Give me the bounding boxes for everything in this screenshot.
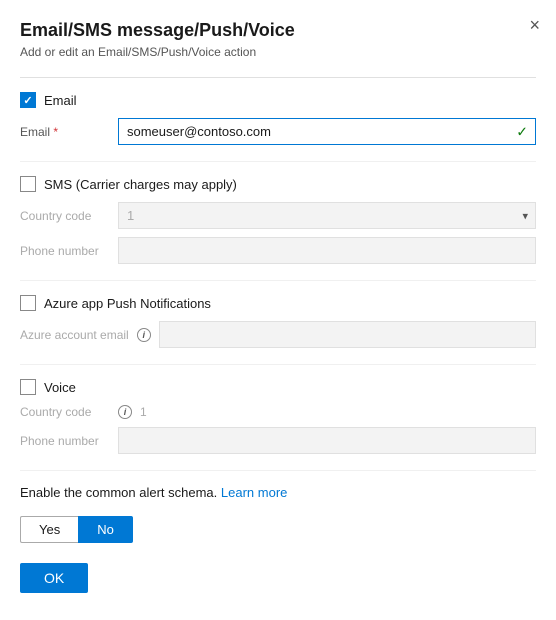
sms-country-select-wrap: ▾ <box>118 202 536 229</box>
voice-section-label: Voice <box>44 380 76 395</box>
learn-more-link[interactable]: Learn more <box>221 485 287 500</box>
push-email-input <box>159 321 536 348</box>
voice-phone-input <box>118 427 536 454</box>
dialog-title: Email/SMS message/Push/Voice <box>20 20 536 41</box>
title-divider <box>20 77 536 78</box>
email-field-row: Email * ✓ <box>20 118 536 145</box>
email-check-icon: ✓ <box>516 123 528 140</box>
no-button[interactable]: No <box>78 516 133 543</box>
voice-country-row: Country code i 1 <box>20 405 536 419</box>
alert-divider <box>20 470 536 471</box>
required-asterisk: * <box>53 125 58 139</box>
voice-country-label: Country code <box>20 405 110 419</box>
push-email-label: Azure account email <box>20 328 129 342</box>
voice-phone-label: Phone number <box>20 434 110 448</box>
toggle-group: Yes No <box>20 516 536 543</box>
sms-section-label: SMS (Carrier charges may apply) <box>44 177 237 192</box>
ok-button[interactable]: OK <box>20 563 88 593</box>
voice-divider <box>20 364 536 365</box>
email-input[interactable] <box>118 118 536 145</box>
email-checkbox[interactable] <box>20 92 36 108</box>
voice-checkbox[interactable] <box>20 379 36 395</box>
email-section-header: Email <box>20 92 536 108</box>
push-info-icon[interactable]: i <box>137 328 151 342</box>
voice-section-header: Voice <box>20 379 536 395</box>
voice-info-icon[interactable]: i <box>118 405 132 419</box>
close-button[interactable]: × <box>529 16 540 34</box>
yes-button[interactable]: Yes <box>20 516 78 543</box>
sms-country-row: Country code ▾ <box>20 202 536 229</box>
email-field-label: Email * <box>20 125 110 139</box>
dialog-subtitle: Add or edit an Email/SMS/Push/Voice acti… <box>20 45 536 59</box>
dialog: × Email/SMS message/Push/Voice Add or ed… <box>0 0 556 620</box>
sms-section-header: SMS (Carrier charges may apply) <box>20 176 536 192</box>
sms-phone-row: Phone number <box>20 237 536 264</box>
push-section-label: Azure app Push Notifications <box>44 296 211 311</box>
voice-phone-row: Phone number <box>20 427 536 454</box>
push-email-row: Azure account email i <box>20 321 536 348</box>
sms-phone-input <box>118 237 536 264</box>
sms-divider <box>20 161 536 162</box>
push-section: Azure app Push Notifications Azure accou… <box>20 295 536 348</box>
alert-schema-text: Enable the common alert schema. <box>20 485 217 500</box>
push-divider <box>20 280 536 281</box>
email-input-wrap: ✓ <box>118 118 536 145</box>
sms-section: SMS (Carrier charges may apply) Country … <box>20 176 536 264</box>
sms-checkbox[interactable] <box>20 176 36 192</box>
email-section-label: Email <box>44 93 77 108</box>
push-section-header: Azure app Push Notifications <box>20 295 536 311</box>
voice-country-value: 1 <box>140 405 147 419</box>
email-section: Email Email * ✓ <box>20 92 536 145</box>
alert-schema-row: Enable the common alert schema. Learn mo… <box>20 485 536 500</box>
voice-section: Voice Country code i 1 Phone number <box>20 379 536 454</box>
sms-phone-label: Phone number <box>20 244 110 258</box>
push-checkbox[interactable] <box>20 295 36 311</box>
sms-country-label: Country code <box>20 209 110 223</box>
sms-country-input <box>118 202 536 229</box>
